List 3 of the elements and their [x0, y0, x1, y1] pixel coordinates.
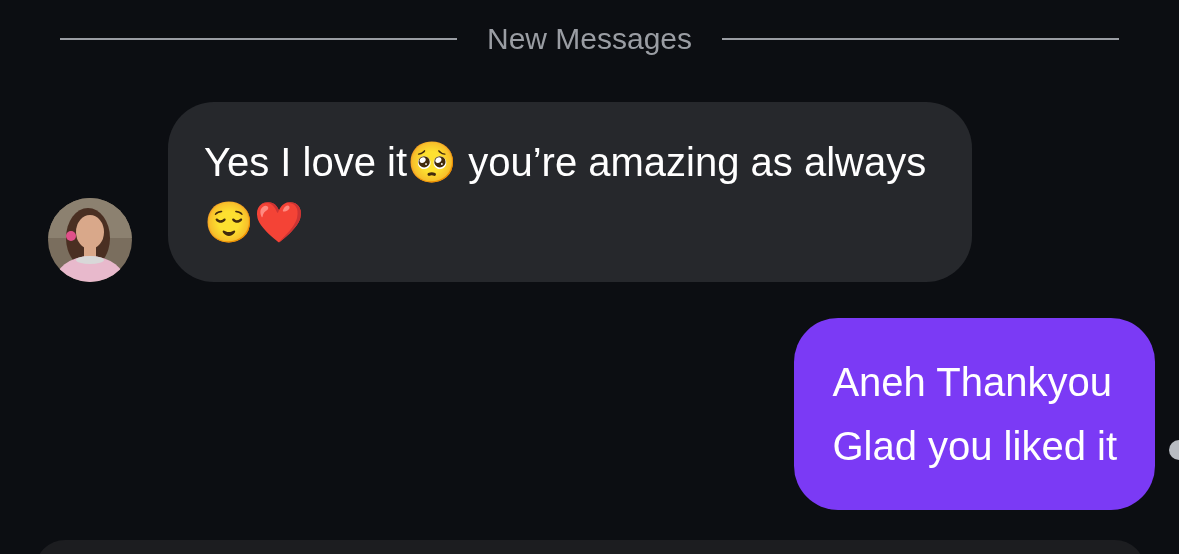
- new-messages-divider: New Messages: [486, 22, 693, 56]
- message-bubble: Aneh Thankyou Glad you liked it: [794, 318, 1155, 510]
- message-bubble: Yes I love it🥺 you’re amazing as always 😌❤: [168, 102, 972, 282]
